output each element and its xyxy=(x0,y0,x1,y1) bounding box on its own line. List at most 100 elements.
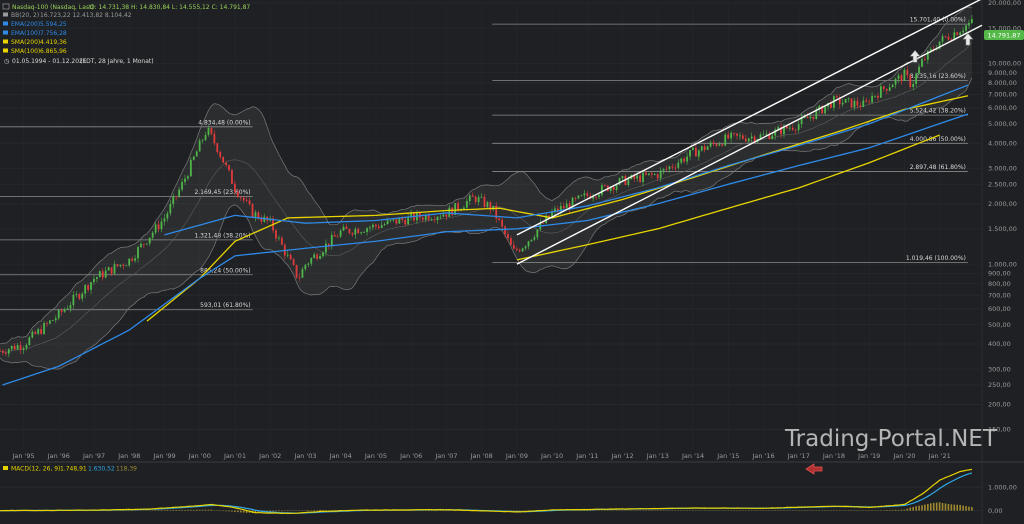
candle-body xyxy=(612,186,615,190)
candle-body xyxy=(480,196,483,198)
y-tick-label: 700,00 xyxy=(988,291,1011,299)
legend-indicator-label: SMA(100) xyxy=(11,48,40,55)
candle-body xyxy=(204,134,207,140)
x-tick-label: Jan '03 xyxy=(293,452,316,460)
candle-body xyxy=(463,207,465,209)
candle-body xyxy=(427,214,430,220)
macd-hist-bar xyxy=(175,509,177,511)
macd-hist-bar xyxy=(316,510,318,511)
macd-hist-bar xyxy=(307,510,310,511)
macd-hist-bar xyxy=(166,509,169,511)
candle-body xyxy=(959,32,962,36)
candle-body xyxy=(360,232,363,234)
instrument-title: Nasdaq-100 (Nasdaq, Last) xyxy=(12,4,94,11)
macd-hist-bar xyxy=(178,509,180,511)
macd-hist-bar xyxy=(281,510,283,512)
candle-body xyxy=(718,144,721,146)
x-tick-label: Jan '04 xyxy=(329,452,352,460)
candle-body xyxy=(236,191,239,197)
macd-hist-bar xyxy=(210,509,213,511)
y-tick-label: 600,00 xyxy=(988,305,1011,313)
macd-hist-bar xyxy=(157,510,160,511)
candle-body xyxy=(697,150,700,157)
y-tick-label: 3.000,00 xyxy=(988,165,1017,173)
y-tick-label: 20.000,00 xyxy=(988,0,1021,7)
candle-body xyxy=(788,127,791,129)
candle-body xyxy=(906,69,909,76)
candle-body xyxy=(621,176,624,179)
candle-body xyxy=(706,146,709,150)
candle-body xyxy=(333,234,336,237)
candle-body xyxy=(51,320,54,322)
x-tick-label: Jan '08 xyxy=(470,452,493,460)
candle-body xyxy=(650,173,653,175)
x-tick-label: Jan '98 xyxy=(117,452,140,460)
candle-body xyxy=(865,100,868,102)
candle-body xyxy=(665,168,668,170)
candle-body xyxy=(322,252,324,257)
candle-body xyxy=(286,254,289,256)
candle-body xyxy=(107,267,110,271)
candle-body xyxy=(234,183,236,192)
y-tick-label: 8.000,00 xyxy=(988,79,1017,87)
candle-body xyxy=(430,219,433,221)
candle-body xyxy=(850,98,853,108)
candle-body xyxy=(924,59,926,60)
candle-body xyxy=(542,222,545,224)
candle-body xyxy=(122,264,125,266)
candle-body xyxy=(580,195,583,197)
macd-hist-bar xyxy=(921,505,923,511)
candle-body xyxy=(680,158,683,163)
candle-body xyxy=(104,270,107,278)
candle-body xyxy=(721,144,724,146)
candle-body xyxy=(841,102,844,105)
candle-body xyxy=(181,181,183,190)
candle-body xyxy=(918,66,920,74)
candle-body xyxy=(912,83,915,87)
macd-hist-bar xyxy=(894,509,897,511)
candle-body xyxy=(319,256,321,259)
candle-body xyxy=(386,220,389,225)
candle-body xyxy=(242,197,245,201)
candle-body xyxy=(298,277,301,279)
x-tick-label: Jan '17 xyxy=(787,452,810,460)
y-tick-label: 900,00 xyxy=(988,270,1011,278)
candle-body xyxy=(477,197,480,203)
x-tick-label: Jan '06 xyxy=(399,452,422,460)
macd-hist-bar xyxy=(278,510,280,512)
x-tick-label: Jan '97 xyxy=(82,452,105,460)
candle-body xyxy=(113,264,116,274)
candle-body xyxy=(744,138,747,142)
candle-body xyxy=(694,147,697,157)
candle-body xyxy=(448,207,451,217)
candle-body xyxy=(57,310,60,319)
candle-body xyxy=(81,293,84,299)
x-tick-label: Jan '02 xyxy=(258,452,281,460)
candle-body xyxy=(172,196,175,204)
candle-body xyxy=(518,249,521,252)
candle-body xyxy=(380,225,383,228)
candle-body xyxy=(915,73,918,84)
macd-hist-bar xyxy=(242,510,245,513)
macd-hist-bar xyxy=(198,509,201,511)
candle-body xyxy=(645,172,647,175)
candle-body xyxy=(128,258,131,266)
candle-body xyxy=(145,243,148,245)
candle-body xyxy=(683,158,686,162)
candle-body xyxy=(336,236,339,238)
candle-body xyxy=(95,277,98,279)
x-tick-label: Jan '99 xyxy=(152,452,175,460)
candle-body xyxy=(583,193,586,196)
macd-hist-bar xyxy=(938,502,941,511)
candle-body xyxy=(213,133,216,144)
y-tick-label: 800,00 xyxy=(988,280,1011,288)
legend-indicator-label: SMA(200) xyxy=(11,39,40,46)
candle-body xyxy=(119,264,122,267)
macd-hist-bar xyxy=(927,503,929,511)
y-tick-label: 4.000,00 xyxy=(988,140,1017,148)
macd-hist-bar xyxy=(906,508,909,511)
macd-hist-bar xyxy=(313,510,315,511)
candle-body xyxy=(40,329,43,334)
candle-body xyxy=(16,345,19,350)
candle-body xyxy=(189,159,192,177)
